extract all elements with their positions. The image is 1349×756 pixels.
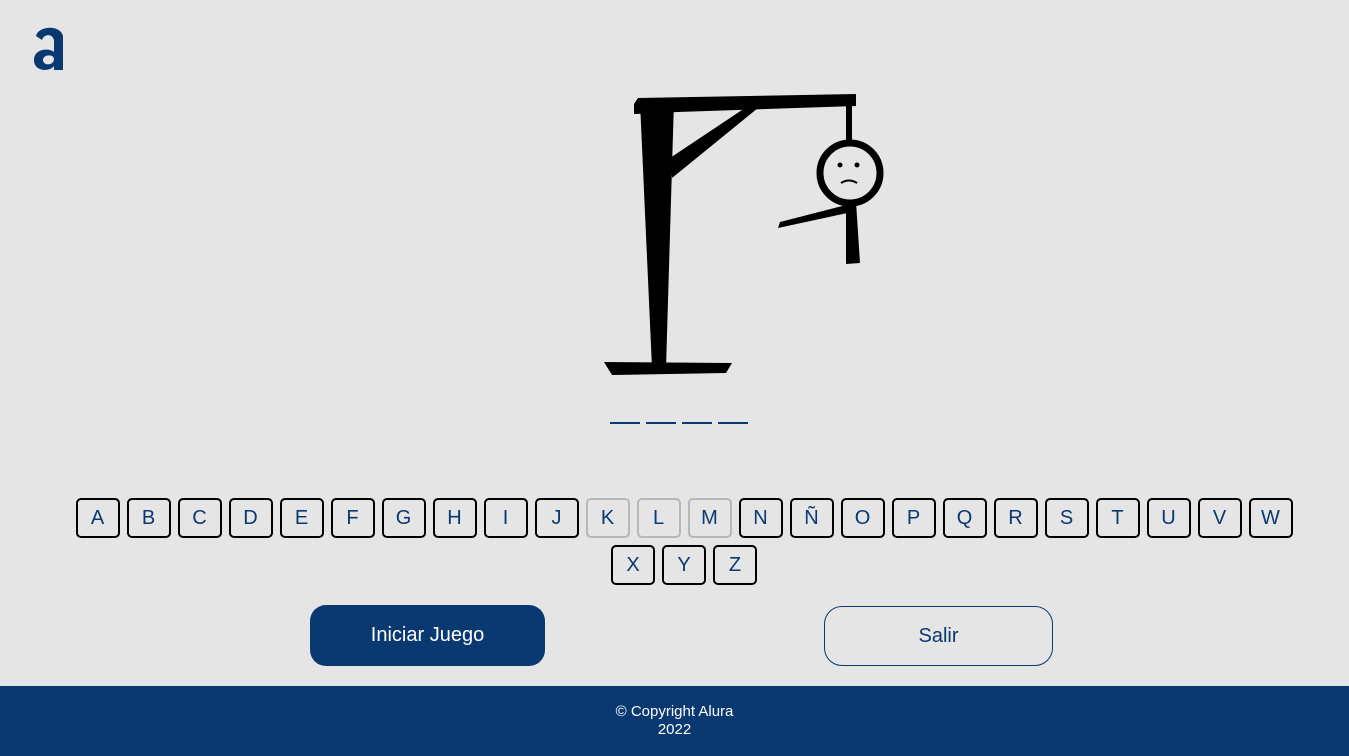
word-slots	[610, 400, 748, 424]
gallows-pole	[640, 100, 674, 368]
key-o[interactable]: O	[840, 498, 885, 538]
letter-slot	[718, 400, 748, 424]
alura-logo-icon	[34, 27, 63, 70]
key-g[interactable]: G	[381, 498, 426, 538]
key-p[interactable]: P	[891, 498, 936, 538]
footer: © Copyright Alura 2022	[0, 686, 1349, 756]
start-game-button[interactable]: Iniciar Juego	[310, 605, 545, 666]
key-u[interactable]: U	[1146, 498, 1191, 538]
key-b[interactable]: B	[126, 498, 171, 538]
key-d[interactable]: D	[228, 498, 273, 538]
key-i[interactable]: I	[483, 498, 528, 538]
key-l: L	[636, 498, 681, 538]
key-y[interactable]: Y	[662, 545, 706, 585]
key-k: K	[585, 498, 630, 538]
hangman-drawing	[604, 94, 884, 375]
letter-slot	[610, 400, 640, 424]
letter-keyboard: ABCDEFGHIJKLMNÑOPQRSTUVW XYZ	[74, 498, 1294, 592]
key-j[interactable]: J	[534, 498, 579, 538]
key-c[interactable]: C	[177, 498, 222, 538]
gallows-base	[604, 362, 732, 375]
key-r[interactable]: R	[993, 498, 1038, 538]
key-q[interactable]: Q	[942, 498, 987, 538]
key-m: M	[687, 498, 732, 538]
key-w[interactable]: W	[1248, 498, 1293, 538]
letter-slot	[646, 400, 676, 424]
head	[816, 139, 884, 207]
key-n[interactable]: N	[738, 498, 783, 538]
letter-slot	[682, 400, 712, 424]
key-f[interactable]: F	[330, 498, 375, 538]
copyright-text: © Copyright Alura	[615, 703, 734, 720]
arm	[778, 204, 852, 228]
key-t[interactable]: T	[1095, 498, 1140, 538]
key-s[interactable]: S	[1044, 498, 1089, 538]
key-a[interactable]: A	[75, 498, 120, 538]
gallows-brace	[670, 106, 758, 178]
key-e[interactable]: E	[279, 498, 324, 538]
keyboard-row: ABCDEFGHIJKLMNÑOPQRSTUVW	[74, 498, 1294, 538]
exit-button[interactable]: Salir	[824, 606, 1053, 666]
key-z[interactable]: Z	[713, 545, 757, 585]
key-v[interactable]: V	[1197, 498, 1242, 538]
keyboard-row: XYZ	[74, 545, 1294, 585]
key-ñ[interactable]: Ñ	[789, 498, 834, 538]
copyright-year: 2022	[657, 721, 692, 738]
key-h[interactable]: H	[432, 498, 477, 538]
key-x[interactable]: X	[611, 545, 655, 585]
